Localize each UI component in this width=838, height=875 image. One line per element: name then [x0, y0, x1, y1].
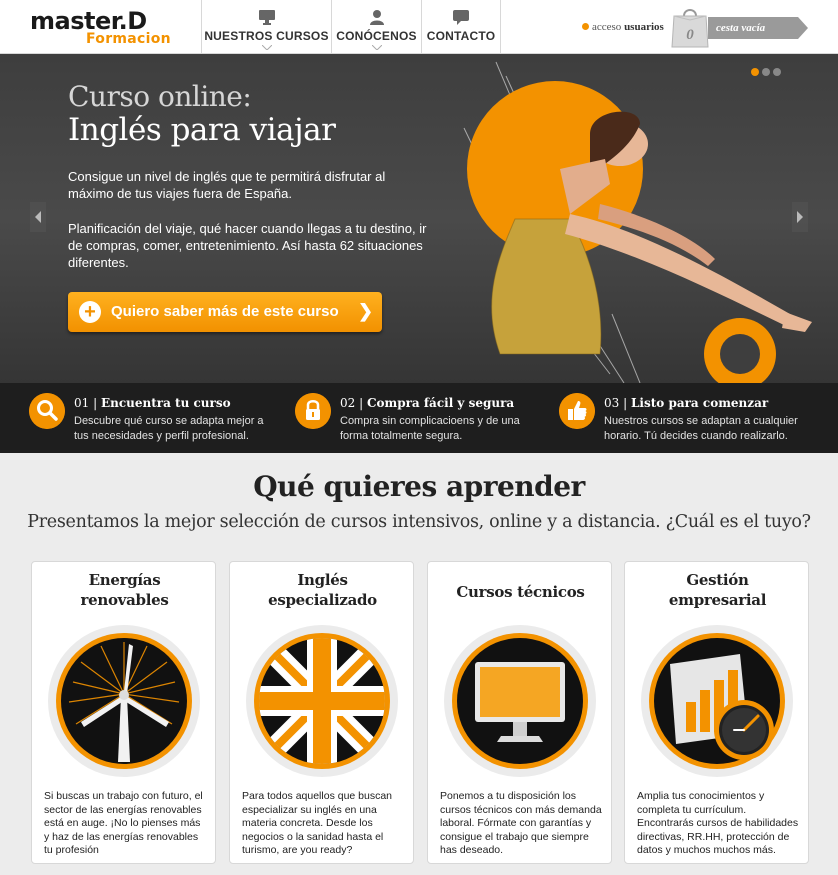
nav-label: CONTACTO: [426, 29, 496, 43]
chart-clock-icon: [641, 625, 793, 777]
bullet-icon: [582, 23, 589, 30]
access-prefix: acceso: [592, 21, 622, 33]
slider-pagination: [751, 68, 781, 76]
chevron-down-icon: [371, 45, 382, 50]
slider-prev-arrow[interactable]: [30, 202, 46, 232]
feature-description: Compra sin complicacioens y de una forma…: [340, 415, 520, 442]
user-access-link[interactable]: acceso usuarios: [582, 21, 664, 33]
computer-monitor-icon: [444, 625, 596, 777]
hero-slider: Curso online: Inglés para viajar Consigu…: [0, 54, 838, 383]
logo-subtitle: Formacion: [86, 31, 171, 47]
site-header: master.D Formacion NUESTROS CURSOS CONÓC…: [0, 0, 838, 54]
nav-label: CONÓCENOS: [336, 29, 417, 43]
course-card-ingles[interactable]: Inglés especializado Para todos aquellos …: [229, 561, 414, 864]
cta-label: Quiero saber más de este curso: [111, 303, 339, 320]
nav-item-conocenos[interactable]: CONÓCENOS: [332, 0, 422, 54]
card-description: Si buscas un trabajo con futuro, el sect…: [44, 790, 203, 856]
chat-bubble-icon: [453, 10, 469, 25]
user-icon: [369, 10, 384, 25]
feature-title: 02 | Compra fácil y segura: [340, 396, 515, 410]
section-subtitle: Presentamos la mejor selección de cursos…: [27, 512, 811, 532]
slider-next-arrow[interactable]: [792, 202, 808, 232]
hero-woman-illustration: [467, 81, 812, 383]
padlock-icon: [295, 393, 331, 429]
nav-item-contacto[interactable]: CONTACTO: [422, 0, 501, 54]
logo[interactable]: master.D Formacion: [30, 7, 171, 47]
card-description: Amplia tus conocimientos y completa tu c…: [637, 790, 799, 856]
chevron-right-icon: ❯: [358, 301, 374, 321]
slider-dot[interactable]: [773, 68, 781, 76]
nav-item-cursos[interactable]: NUESTROS CURSOS: [202, 0, 332, 54]
hero-paragraph: Consigue un nivel de inglés que te permi…: [68, 169, 386, 201]
feature-description: Descubre qué curso se adapta mejor a tus…: [74, 415, 264, 442]
union-jack-icon: [246, 625, 398, 777]
cart-label[interactable]: cesta vacía: [716, 22, 765, 34]
magnifier-icon: [29, 393, 65, 429]
features-strip: 01 | Encuentra tu curso Descubre qué cur…: [0, 383, 838, 453]
course-card-tecnicos[interactable]: Cursos técnicos Ponemos a tu disposición…: [427, 561, 612, 864]
card-description: Ponemos a tu disposición los cursos técn…: [440, 790, 602, 856]
access-label: usuarios: [624, 21, 664, 33]
hero-title-line2: Inglés para viajar: [68, 112, 336, 148]
feature-title: 01 | Encuentra tu curso: [74, 396, 231, 410]
course-card-energias[interactable]: Energías renovables Si buscas un trabajo …: [31, 561, 216, 864]
section-title: Qué quieres aprender: [253, 470, 585, 503]
nav-label: NUESTROS CURSOS: [204, 29, 329, 43]
course-card-gestion[interactable]: Gestión empresarial Amplia tus conocimien…: [624, 561, 809, 864]
course-info-button[interactable]: + Quiero saber más de este curso ❯: [68, 292, 382, 332]
plus-icon: +: [79, 301, 101, 323]
shopping-bag-icon[interactable]: 0: [670, 6, 710, 48]
wind-turbine-icon: [48, 625, 200, 777]
card-title: Energías renovables: [80, 571, 169, 609]
monitor-icon: [258, 10, 275, 25]
slider-dot[interactable]: [751, 68, 759, 76]
slider-dot[interactable]: [762, 68, 770, 76]
feature-title: 03 | Listo para comenzar: [604, 396, 769, 410]
logo-wordmark: master.D: [30, 7, 147, 35]
card-title: Gestión empresarial: [668, 571, 767, 609]
thumbs-up-icon: [559, 393, 595, 429]
card-description: Para todos aquellos que buscan especiali…: [242, 790, 393, 856]
feature-description: Nuestros cursos se adaptan a cualquier h…: [604, 415, 798, 442]
hero-paragraph: Planificación del viaje, qué hacer cuand…: [68, 221, 427, 270]
card-title: Inglés especializado: [268, 571, 377, 609]
hero-title-line1: Curso online:: [68, 80, 252, 113]
card-title: Cursos técnicos: [456, 583, 585, 601]
cart-count: 0: [686, 27, 694, 43]
main-nav: NUESTROS CURSOS CONÓCENOS CONTACTO: [201, 0, 501, 54]
chevron-down-icon: [261, 45, 272, 50]
